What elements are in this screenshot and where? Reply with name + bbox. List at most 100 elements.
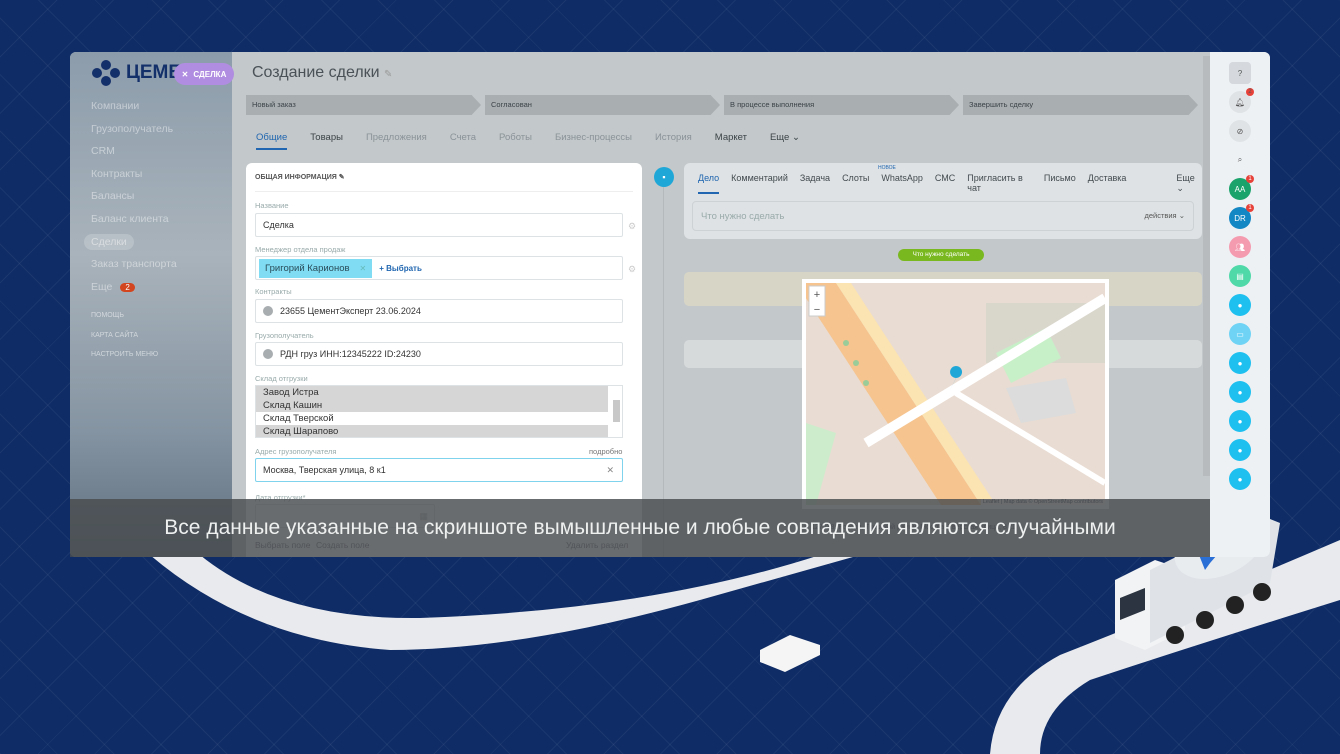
block-icon (760, 635, 820, 672)
manager-tag: Григорий Карионов ✕ (259, 258, 373, 278)
delete-section-link[interactable]: Удалить раздел (566, 540, 628, 550)
tab-general[interactable]: Общие (256, 132, 288, 150)
sidebar-item-deals[interactable]: Сделки (84, 231, 177, 254)
tab-market[interactable]: Маркет (715, 132, 747, 150)
configure-menu-link[interactable]: Настроить меню (91, 351, 158, 371)
manager-field[interactable]: Григорий Карионов ✕ + Выбрать (255, 256, 623, 280)
sidebar-item-more[interactable]: Еще 2 (91, 276, 177, 299)
map-widget[interactable]: + − Leaflet | Map data © OpenStreetMap c… (796, 279, 1109, 509)
select-field-link[interactable]: Выбрать поле (255, 540, 310, 550)
user-clock-icon[interactable]: ● (1229, 381, 1251, 403)
gear-icon[interactable]: ⚙ (628, 221, 636, 232)
user-clock-icon[interactable]: ● (1229, 294, 1251, 316)
date-label: Дата отгрузки* (255, 493, 306, 502)
user-clock-icon[interactable]: ● (1229, 410, 1251, 432)
sidebar-item-contracts[interactable]: Контракты (91, 163, 177, 186)
warehouse-option[interactable]: Завод Истра (256, 386, 608, 399)
sidebar: ЦЕМЕНТ ✕ СДЕЛКА Компании Грузополучатель … (70, 52, 234, 557)
news-icon[interactable]: ▤ (1229, 265, 1251, 287)
warehouse-label: Склад отгрузки (255, 374, 308, 383)
map-canvas[interactable]: + − (796, 283, 1108, 505)
tab-sms[interactable]: СМС (935, 173, 955, 194)
tab-whatsapp[interactable]: WhatsApp (881, 173, 923, 194)
help-link[interactable]: Помощь (91, 312, 158, 332)
warehouse-option[interactable]: Склад Шарапово (256, 425, 608, 437)
tabs: Общие Товары Предложения Счета Роботы Би… (256, 132, 800, 150)
avatar[interactable]: DR 1 (1229, 204, 1254, 229)
section-title: ОБЩАЯ ИНФОРМАЦИЯ ✎ (255, 174, 345, 181)
scrollbar[interactable] (613, 400, 620, 422)
tab-products[interactable]: Товары (310, 132, 343, 150)
page-title: Создание сделки ✎ (252, 64, 393, 81)
actions-dropdown[interactable]: действия ⌄ (1144, 211, 1185, 220)
date-input[interactable]: ▦ (255, 504, 435, 528)
stage-finish[interactable]: Завершить сделку (963, 95, 1198, 115)
avatar[interactable]: AA 1 (1229, 175, 1254, 200)
search-icon[interactable]: ⌕ (1229, 149, 1251, 171)
tab-history[interactable]: История (655, 132, 692, 150)
stage-in-progress[interactable]: В процессе выполнения (724, 95, 959, 115)
user-clock-icon[interactable]: ● (1229, 439, 1251, 461)
tab-email[interactable]: Письмо (1044, 173, 1076, 194)
tab-more[interactable]: Еще ⌄ (770, 132, 800, 150)
chat-off-icon[interactable]: ⊘ (1229, 120, 1251, 142)
group-icon[interactable]: 👥︎ (1229, 236, 1251, 258)
consignee-label: Грузополучатель (255, 331, 314, 340)
tab-offers[interactable]: Предложения (366, 132, 427, 150)
deal-slider: Создание сделки ✎ Новый заказ Согласован… (232, 52, 1210, 557)
warehouse-option[interactable]: Склад Кашин (256, 399, 608, 412)
remove-icon[interactable]: ✕ (360, 264, 367, 273)
right-rail: ? 🔔︎ 2 ⊘ ⌕ AA 1 DR 1 👥︎ ▤ ● ▭ ● ● ● ● ● (1210, 52, 1270, 557)
stage-new[interactable]: Новый заказ (246, 95, 481, 115)
sidebar-item-client-balance[interactable]: Баланс клиента (91, 208, 177, 231)
bell-icon[interactable]: 🔔︎ 2 (1229, 88, 1254, 113)
address-more-link[interactable]: подробно (589, 447, 622, 456)
edit-icon[interactable]: ✎ (384, 69, 392, 80)
address-input[interactable]: Москва, Тверская улица, 8 к1 ✕ (255, 458, 623, 482)
create-field-link[interactable]: Создать поле (316, 540, 370, 550)
user-clock-icon[interactable]: ● (1229, 468, 1251, 490)
tab-bp[interactable]: Бизнес-процессы (555, 132, 632, 150)
todo-input[interactable]: Что нужно сделать действия ⌄ (692, 201, 1194, 231)
manager-label: Менеджер отдела продаж (255, 245, 346, 254)
consignee-field[interactable]: РДН груз ИНН:12345222 ID:24230 (255, 342, 623, 366)
logo-icon (92, 60, 120, 86)
help-icon[interactable]: ? (1229, 62, 1251, 84)
warehouse-multiselect[interactable]: Завод Истра Склад Кашин Склад Тверской С… (255, 385, 623, 438)
zoom-in-button[interactable]: + (814, 289, 820, 301)
name-input[interactable]: Сделка (255, 213, 623, 237)
clear-icon[interactable]: ✕ (606, 465, 614, 476)
tab-delivery[interactable]: Доставка (1088, 173, 1127, 194)
tab-task[interactable]: Задача (800, 173, 830, 194)
user-clock-icon[interactable]: ● (1229, 352, 1251, 374)
sidebar-item-crm[interactable]: CRM (91, 140, 177, 163)
tab-activity[interactable]: Дело (698, 173, 720, 194)
tab-robots[interactable]: Роботы (499, 132, 532, 150)
sidebar-item-consignee[interactable]: Грузополучатель (91, 118, 177, 141)
map-address: ⚲ 127238, Россия, Тверской район, Москва… (804, 524, 1016, 531)
warehouse-option[interactable]: Склад Тверской (256, 412, 608, 425)
tab-invite-chat[interactable]: Пригласить в чат (967, 173, 1032, 194)
sidebar-item-companies[interactable]: Компании (91, 95, 177, 118)
sidebar-footer: Помощь Карта сайта Настроить меню (91, 312, 158, 371)
chat-icon[interactable]: ▭ (1229, 323, 1251, 345)
sitemap-link[interactable]: Карта сайта (91, 332, 158, 352)
new-badge: НОВОЕ (878, 165, 896, 171)
gear-icon[interactable]: ⚙ (628, 264, 636, 275)
todo-pill[interactable]: Что нужно сделать (898, 249, 984, 261)
tab-more[interactable]: Еще ⌄ (1176, 173, 1202, 194)
select-manager-link[interactable]: + Выбрать (379, 264, 422, 273)
stage-agreed[interactable]: Согласован (485, 95, 720, 115)
sidebar-item-balances[interactable]: Балансы (91, 185, 177, 208)
scrollbar[interactable] (1203, 56, 1210, 476)
contracts-field[interactable]: 23655 ЦементЭксперт 23.06.2024 (255, 299, 623, 323)
stage-bar: Новый заказ Согласован В процессе выполн… (246, 95, 1198, 115)
tab-slots[interactable]: Слоты (842, 173, 869, 194)
sidebar-item-transport[interactable]: Заказ транспорта (91, 253, 177, 276)
zoom-out-button[interactable]: − (814, 304, 820, 316)
tab-invoices[interactable]: Счета (450, 132, 476, 150)
crm-window: ЦЕМЕНТ ✕ СДЕЛКА Компании Грузополучатель … (70, 52, 1270, 557)
close-deal-slider-button[interactable]: ✕ СДЕЛКА (174, 63, 234, 85)
tab-comment[interactable]: Комментарий (731, 173, 788, 194)
calendar-icon[interactable]: ▦ (419, 511, 428, 522)
